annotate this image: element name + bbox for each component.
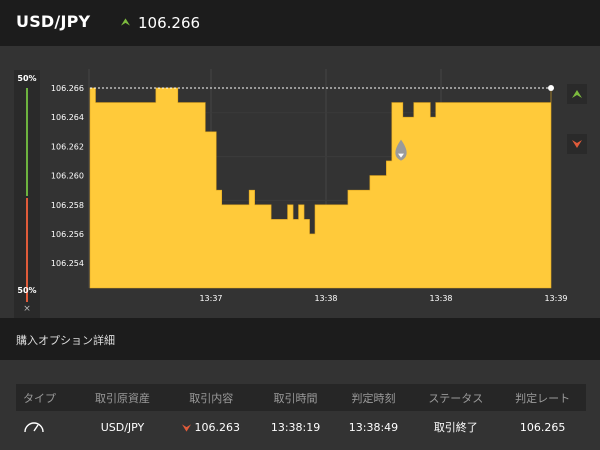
down-arrow-icon — [572, 140, 582, 148]
col-judge-rate: 判定レート — [499, 384, 586, 411]
up-arrow-icon — [572, 90, 582, 98]
current-price: 106.266 — [138, 14, 201, 32]
cell-judge-time: 13:38:49 — [334, 411, 413, 443]
gauge-icon — [24, 421, 44, 432]
table-row[interactable]: USD/JPY 106.263 13:38:19 13:38:49 取引終了 1… — [16, 411, 586, 443]
section-title: 購入オプション詳細 — [16, 334, 115, 347]
cell-status: 取引終了 — [412, 411, 500, 443]
up-arrow-icon — [121, 18, 130, 26]
y-tick-label: 106.262 — [51, 142, 84, 151]
details-table: タイプ 取引原資産 取引内容 取引時間 判定時刻 ステータス 判定レート USD… — [16, 384, 586, 443]
col-trade-time: 取引時間 — [256, 384, 335, 411]
details-panel: タイプ 取引原資産 取引内容 取引時間 判定時刻 ステータス 判定レート USD… — [0, 360, 600, 450]
section-header: 購入オプション詳細 — [0, 318, 600, 360]
call-button[interactable] — [567, 84, 587, 104]
y-tick-label: 106.258 — [51, 201, 84, 210]
col-status: ステータス — [412, 384, 500, 411]
current-rate-point — [548, 84, 554, 91]
x-tick-label: 13:37 — [199, 294, 222, 303]
chart-panel: 50% 50% × 106.266 106.264 106.262 106.260 10… — [0, 46, 600, 320]
col-type: タイプ — [16, 384, 80, 411]
down-arrow-icon — [182, 423, 192, 432]
currency-pair: USD/JPY — [16, 12, 91, 31]
y-tick-label: 106.264 — [51, 113, 84, 122]
y-tick-label: 106.260 — [51, 172, 84, 181]
cell-type — [16, 411, 80, 443]
put-button[interactable] — [567, 134, 587, 154]
cell-asset: USD/JPY — [79, 411, 166, 443]
x-tick-label: 13:38 — [314, 294, 337, 303]
x-tick-label: 13:38 — [429, 294, 452, 303]
header-bar: USD/JPY 106.266 — [0, 0, 600, 46]
cell-trade: 106.263 — [165, 411, 257, 443]
cell-trade-time: 13:38:19 — [256, 411, 335, 443]
col-asset: 取引原資産 — [79, 384, 166, 411]
y-tick-label: 106.256 — [51, 230, 84, 239]
col-trade: 取引内容 — [165, 384, 257, 411]
col-judge-time: 判定時刻 — [334, 384, 413, 411]
trade-rate: 106.263 — [194, 420, 240, 434]
table-header-row: タイプ 取引原資産 取引内容 取引時間 判定時刻 ステータス 判定レート — [16, 384, 586, 411]
cell-judge-rate: 106.265 — [499, 411, 586, 443]
x-tick-label: 13:39 — [544, 294, 567, 303]
y-tick-label: 106.254 — [51, 259, 84, 268]
price-chart: 106.266 106.264 106.262 106.260 106.258 106.2… — [51, 69, 568, 303]
y-tick-label: 106.266 — [51, 84, 84, 93]
